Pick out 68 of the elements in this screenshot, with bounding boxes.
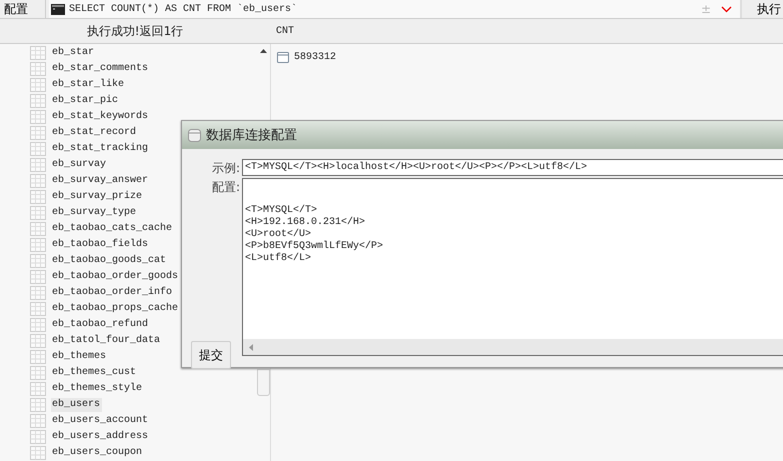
table-icon [30,398,46,412]
config-label: 配置: [212,179,241,196]
table-icon [30,414,46,428]
table-name[interactable]: eb_taobao_fields [51,238,150,252]
table-name[interactable]: eb_stat_tracking [51,142,150,156]
window-icon [188,128,201,142]
table-icon [30,142,46,156]
table-icon [30,62,46,76]
example-field[interactable]: <T>MYSQL</T><H>localhost</H><U>root</U><P></P><L>utf8</L> [242,159,783,176]
table-icon [30,286,46,300]
table-name[interactable]: eb_survay_type [51,206,138,220]
table-icon [30,430,46,444]
table-icon [30,254,46,268]
table-name[interactable]: eb_taobao_order_info [51,286,174,300]
table-icon [30,334,46,348]
table-name[interactable]: eb_survay_answer [51,174,150,188]
table-name[interactable]: eb_users_account [51,414,150,428]
table-name[interactable]: eb_star_pic [51,94,120,108]
window-icon [277,52,289,63]
table-name[interactable]: eb_users_address [51,430,150,444]
table-icon [30,238,46,252]
table-icon [30,46,46,60]
table-icon [30,110,46,124]
table-name[interactable]: eb_users_coupon [51,446,144,460]
column-header: CNT [275,26,294,36]
table-name[interactable]: eb_tatol_four_data [51,334,162,348]
table-icon [30,222,46,236]
table-icon [30,270,46,284]
table-name[interactable]: eb_star_like [51,78,126,92]
example-label: 示例: [212,160,241,177]
table-name[interactable]: eb_survay_prize [51,190,144,204]
table-icon [30,78,46,92]
table-name[interactable]: eb_users [51,398,102,412]
table-name[interactable]: eb_themes [51,350,108,364]
table-name[interactable]: eb_stat_record [51,126,138,140]
table-icon [30,302,46,316]
submit-button[interactable]: 提交 [191,341,231,369]
table-icon [30,350,46,364]
table-icon [30,190,46,204]
table-name[interactable]: eb_taobao_order_goods [51,270,180,284]
table-icon [30,366,46,380]
status-text: 执行成功!返回1行 [86,22,184,40]
table-name[interactable]: eb_stat_keywords [51,110,150,124]
table-name[interactable]: eb_taobao_goods_cat [51,254,168,268]
table-name[interactable]: eb_star_comments [51,62,150,76]
terminal-icon [51,4,65,14]
horizontal-scrollbar[interactable] [243,339,783,355]
scroll-up-icon[interactable] [260,49,267,53]
table-icon [30,318,46,332]
table-icon [30,158,46,172]
table-name[interactable]: eb_themes_cust [51,366,138,380]
table-icon [30,206,46,220]
query-field[interactable]: SELECT COUNT(*) AS CNT FROM `eb_users` ± [49,0,742,18]
table-name[interactable]: eb_star [51,46,96,60]
table-name[interactable]: eb_survay [51,158,108,172]
table-name[interactable]: eb_themes_style [51,382,144,396]
table-name[interactable]: eb_taobao_props_cache [51,302,180,316]
table-name[interactable]: eb_taobao_cats_cache [51,222,174,236]
table-icon [30,94,46,108]
chevron-down-icon[interactable] [721,6,732,12]
scrollbar-thumb[interactable] [257,369,270,396]
table-icon [30,382,46,396]
result-cell: 5893312 [294,52,336,63]
table-name[interactable]: eb_taobao_refund [51,318,150,332]
table-icon [30,174,46,188]
table-icon [30,126,46,140]
scroll-left-icon[interactable] [249,344,253,350]
dialog-title: 数据库连接配置 [206,127,297,144]
